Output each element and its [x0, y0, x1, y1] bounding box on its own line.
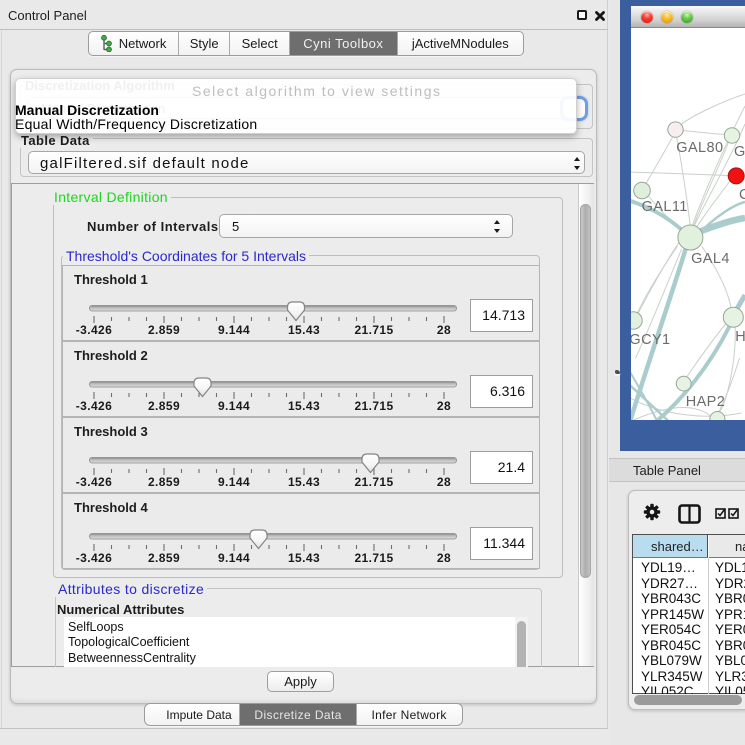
svg-text:-3.426: -3.426	[76, 475, 112, 489]
svg-text:21.715: 21.715	[354, 323, 393, 337]
svg-text:21.715: 21.715	[354, 399, 393, 413]
svg-text:9.144: 9.144	[218, 399, 250, 413]
svg-text:GAL11: GAL11	[642, 199, 688, 215]
svg-text:GAL80: GAL80	[676, 140, 723, 156]
svg-text:CY: CY	[739, 187, 745, 203]
svg-text:GA: GA	[734, 144, 745, 160]
svg-text:-3.426: -3.426	[76, 551, 112, 565]
svg-text:-3.426: -3.426	[76, 399, 112, 413]
svg-text:9.144: 9.144	[218, 323, 250, 337]
svg-text:2.859: 2.859	[148, 323, 180, 337]
svg-text:9.144: 9.144	[218, 475, 250, 489]
svg-text:15.43: 15.43	[288, 475, 320, 489]
svg-text:21.715: 21.715	[354, 551, 393, 565]
svg-text:2.859: 2.859	[148, 551, 180, 565]
svg-text:15.43: 15.43	[288, 551, 320, 565]
svg-text:HIS: HIS	[735, 329, 745, 345]
svg-text:2.859: 2.859	[148, 399, 180, 413]
svg-text:28: 28	[437, 551, 451, 565]
svg-text:15.43: 15.43	[288, 323, 320, 337]
svg-text:GAL4: GAL4	[691, 251, 730, 267]
svg-text:21.715: 21.715	[354, 475, 393, 489]
svg-text:9.144: 9.144	[218, 551, 250, 565]
svg-text:28: 28	[437, 399, 451, 413]
svg-text:-3.426: -3.426	[76, 323, 112, 337]
svg-text:15.43: 15.43	[288, 399, 320, 413]
svg-text:28: 28	[437, 323, 451, 337]
svg-text:GCY1: GCY1	[631, 332, 670, 348]
svg-text:2.859: 2.859	[148, 475, 180, 489]
svg-text:28: 28	[437, 475, 451, 489]
svg-text:HAP2: HAP2	[686, 394, 725, 410]
